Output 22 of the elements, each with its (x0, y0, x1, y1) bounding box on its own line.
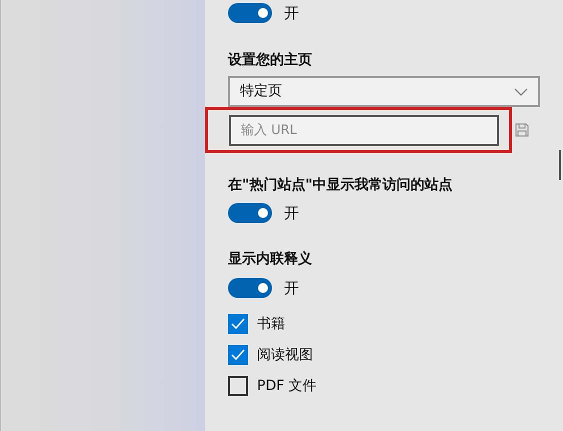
url-field[interactable]: 输入 URL (229, 114, 499, 146)
section-heading: 在"热门站点"中显示我常访问的站点 (228, 176, 454, 195)
toggle-label: 开 (284, 202, 299, 224)
toggle-switch[interactable] (228, 278, 272, 298)
save-icon[interactable] (515, 123, 529, 137)
checkbox[interactable] (228, 345, 248, 365)
checkbox-label: 阅读视图 (257, 346, 313, 364)
checkmark-icon (231, 349, 245, 361)
checkmark-icon (231, 318, 245, 330)
checkbox-label: PDF 文件 (257, 376, 317, 396)
homepage-dropdown[interactable]: 特定页 (228, 76, 540, 107)
toggle-switch[interactable] (228, 203, 272, 223)
toggle-switch[interactable] (228, 3, 272, 23)
checkbox[interactable] (228, 314, 248, 334)
checkbox-label: 书籍 (257, 314, 285, 334)
toggle-label: 开 (284, 2, 299, 24)
section-heading: 显示内联释义 (228, 250, 313, 269)
toggle-label: 开 (284, 278, 299, 299)
scrollbar[interactable] (559, 150, 561, 180)
section-heading: 设置您的主页 (228, 50, 313, 70)
chevron-down-icon (514, 88, 528, 96)
checkbox[interactable] (228, 376, 248, 396)
